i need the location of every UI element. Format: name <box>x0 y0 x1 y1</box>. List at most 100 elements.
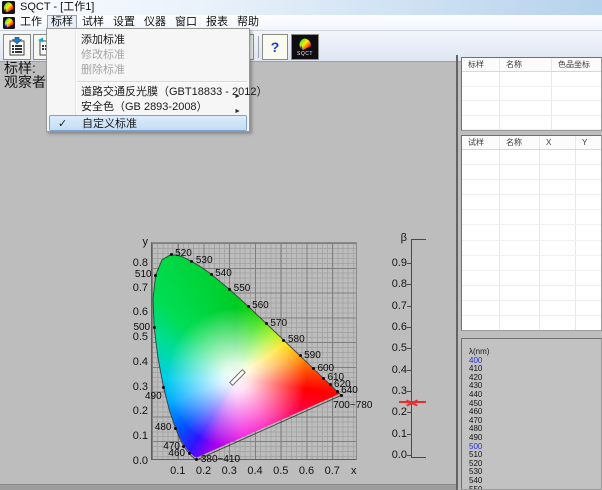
table-cell <box>552 116 601 130</box>
locus-point-520 <box>170 253 173 256</box>
toolbar-separator <box>258 36 259 58</box>
y-axis-tick: 0.4 <box>120 356 148 368</box>
table-cell <box>576 301 601 315</box>
table-cell <box>540 271 576 285</box>
wavelength-item: 420 <box>469 374 601 383</box>
table-cell <box>540 225 576 239</box>
standard-list-button[interactable] <box>3 34 31 60</box>
y-axis-tick: 0.0 <box>120 455 148 467</box>
table-cell <box>462 72 500 86</box>
table-cell <box>462 286 500 300</box>
y-axis-tick: 0.3 <box>120 381 148 393</box>
chromaticity-diagram[interactable]: 380~410460470480490500510520530540550560… <box>151 242 357 460</box>
beta-tick-mark <box>407 434 411 435</box>
beta-axis-line <box>411 239 412 458</box>
locus-wavelength-label: 570 <box>270 318 287 329</box>
beta-tick-mark <box>407 348 411 349</box>
table-cell <box>576 165 601 179</box>
table-row[interactable] <box>462 286 601 301</box>
locus-wavelength-label: 590 <box>304 350 321 361</box>
table-row[interactable] <box>462 301 601 316</box>
table-cell <box>462 301 500 315</box>
menubar-item-工作[interactable]: 工作 <box>16 15 46 30</box>
beta-axis: β0.90.80.70.60.50.40.30.20.10.0 <box>385 231 443 483</box>
menu-item-道路交通反光膜（GBT18833 - 2012）[interactable]: 道路交通反光膜（GBT18833 - 2012）► <box>47 85 249 100</box>
table-row[interactable] <box>462 180 601 195</box>
table-cell <box>576 150 601 164</box>
table-cell <box>500 271 540 285</box>
wavelength-item: 510 <box>469 451 601 460</box>
table-row[interactable] <box>462 256 601 271</box>
beta-tick-mark <box>407 327 411 328</box>
table-cell <box>576 256 601 270</box>
table-cell <box>576 195 601 209</box>
table-cell <box>462 180 500 194</box>
table-cell <box>500 116 552 130</box>
table-row[interactable] <box>462 316 601 331</box>
table-cell <box>552 87 601 101</box>
list-download-icon <box>7 37 27 57</box>
y-axis-label: y <box>120 236 148 248</box>
standards-table: 标样名称色品坐标 <box>461 57 602 131</box>
panel-splitter[interactable] <box>456 55 458 490</box>
beta-tick-mark <box>407 391 411 392</box>
table-cell <box>500 165 540 179</box>
menu-item-label: 自定义标准 <box>82 118 137 130</box>
table-cell <box>500 195 540 209</box>
x-axis-tick: 0.4 <box>244 465 266 477</box>
about-sqct-button[interactable]: SQCT <box>291 34 319 60</box>
locus-point-700~780 <box>340 394 343 397</box>
table-cell <box>500 241 540 255</box>
wavelength-item: 450 <box>469 400 601 409</box>
locus-wavelength-label: 480 <box>155 422 172 433</box>
menu-item-自定义标准[interactable]: ✓自定义标准 <box>49 115 247 131</box>
table-row[interactable] <box>462 165 601 180</box>
table-cell <box>500 210 540 224</box>
table-cell <box>576 241 601 255</box>
table-cell <box>462 241 500 255</box>
table-cell <box>540 256 576 270</box>
locus-wavelength-label: 510 <box>135 269 152 280</box>
table-row[interactable] <box>462 241 601 256</box>
table-row[interactable] <box>462 195 601 210</box>
beta-tick-label: 0.9 <box>385 257 407 269</box>
menu-item-安全色（GB 2893-2008）[interactable]: 安全色（GB 2893-2008）► <box>47 100 249 115</box>
table-row[interactable] <box>462 271 601 286</box>
locus-wavelength-label: 580 <box>288 334 305 345</box>
title-bar: SQCT - [工作1] <box>0 0 602 15</box>
y-axis-tick: 0.8 <box>120 257 148 269</box>
table-row[interactable] <box>462 225 601 240</box>
table-cell <box>540 241 576 255</box>
locus-wavelength-label: 560 <box>252 300 269 311</box>
table-cell <box>576 286 601 300</box>
table-row[interactable] <box>462 72 601 87</box>
table-row[interactable] <box>462 101 601 116</box>
table-row[interactable] <box>462 116 601 131</box>
table-row[interactable] <box>462 210 601 225</box>
beta-tick-mark <box>407 370 411 371</box>
wavelength-item: 520 <box>469 460 601 469</box>
wavelength-item: 530 <box>469 468 601 477</box>
locus-wavelength-label: 550 <box>234 283 251 294</box>
menu-item-添加标准[interactable]: 添加标准 <box>47 33 249 48</box>
beta-tick-mark <box>407 455 411 456</box>
table-row[interactable] <box>462 87 601 102</box>
help-button[interactable]: ? <box>262 34 288 60</box>
spectral-locus-outline <box>152 243 358 461</box>
wavelength-item: 490 <box>469 434 601 443</box>
wavelength-panel: λ(nm) 4004104204304404504604704804905005… <box>461 338 602 490</box>
table-cell <box>500 150 540 164</box>
beta-tick-mark <box>407 263 411 264</box>
sqct-button-label: SQCT <box>297 52 313 57</box>
table-cell <box>500 87 552 101</box>
table-cell <box>462 225 500 239</box>
table-cell <box>576 180 601 194</box>
menu-separator <box>77 81 247 82</box>
table-cell <box>500 225 540 239</box>
table-row[interactable] <box>462 150 601 165</box>
table-cell <box>540 150 576 164</box>
y-axis-tick: 0.1 <box>120 430 148 442</box>
window-title: SQCT - [工作1] <box>20 0 94 15</box>
column-header: 色品坐标 <box>552 58 601 71</box>
table-cell <box>540 210 576 224</box>
